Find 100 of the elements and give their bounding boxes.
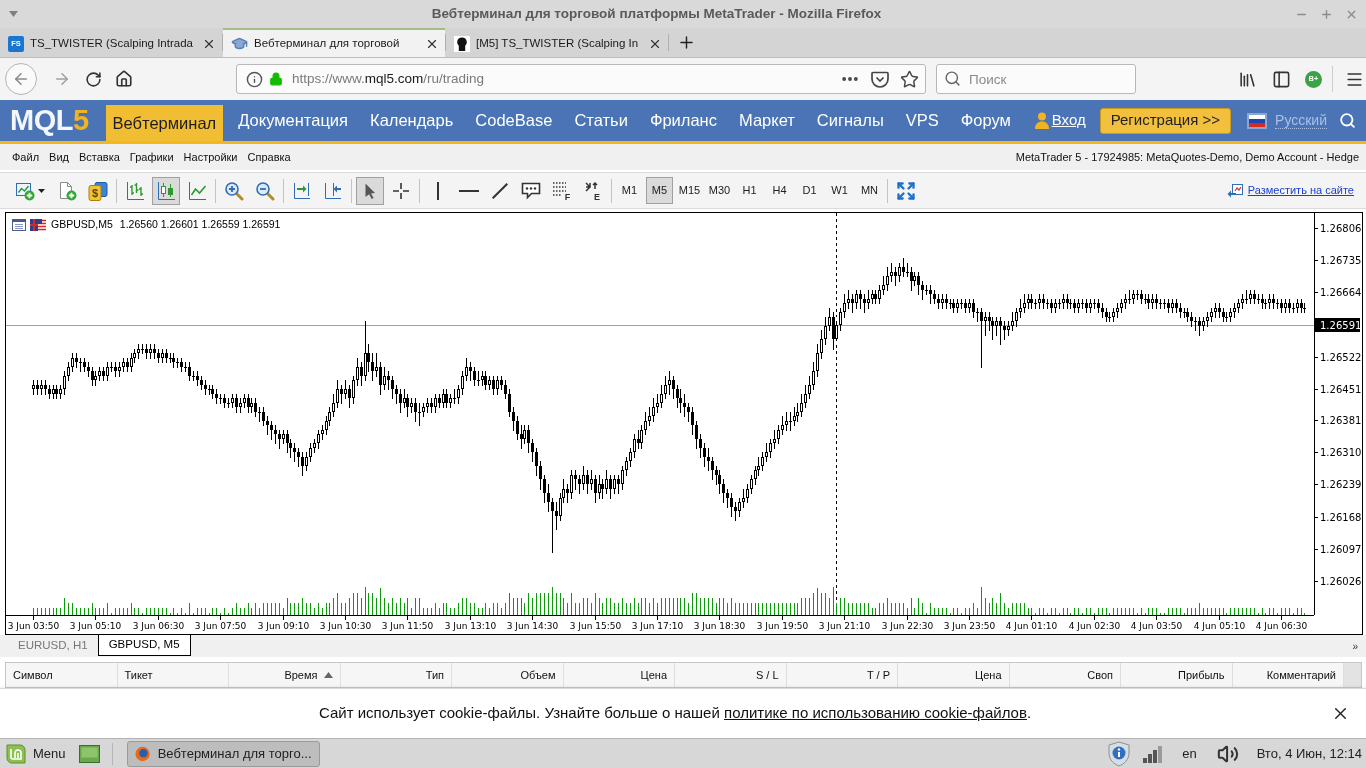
time-label: 3 Jun 07:50 [194, 621, 247, 631]
chart-tab[interactable]: EURUSD, H1 [8, 635, 98, 656]
horizontal-line-icon [459, 189, 479, 192]
taskbar-window-button[interactable]: Вебтерминал для торго... [126, 740, 320, 767]
shield-icon[interactable] [1107, 740, 1132, 767]
time-label: 3 Jun 13:10 [444, 621, 497, 631]
chart-add-icon [15, 180, 35, 201]
logo-icon [5, 742, 27, 765]
column-header[interactable]: T / P [786, 663, 898, 687]
site-logo[interactable]: MQL5 [10, 100, 89, 141]
nav-link[interactable]: Сигналы [809, 100, 891, 141]
nav-link[interactable]: Форум [953, 100, 1018, 141]
login-link[interactable]: Вход [1051, 109, 1086, 132]
sidebar-icon[interactable] [1272, 69, 1291, 89]
column-header[interactable]: Объем [452, 663, 564, 687]
timeframe-button[interactable]: M15 [676, 177, 703, 204]
time-label: 3 Jun 17:10 [631, 621, 684, 631]
column-header[interactable]: Тип [340, 663, 452, 687]
column-header[interactable]: Тикет [117, 663, 229, 687]
column-header[interactable]: S / L [675, 663, 787, 687]
price-label: 1.26310 [1320, 447, 1362, 458]
more-tabs-button[interactable]: » [1352, 639, 1358, 654]
home-icon[interactable] [115, 70, 133, 88]
star-icon[interactable] [900, 69, 919, 89]
timeframe-button[interactable]: H4 [766, 177, 793, 204]
time-label: 4 Jun 03:50 [1130, 621, 1183, 631]
search-icon[interactable] [1339, 112, 1356, 129]
menu-item[interactable]: Настройки [183, 148, 238, 166]
crosshair-icon [393, 182, 409, 199]
browser-tab[interactable]: Вебтерминал для торговой [223, 28, 445, 57]
nav-link[interactable]: Фриланс [642, 100, 724, 141]
price-label: 1.26097 [1320, 544, 1362, 555]
plus-icon[interactable] [677, 33, 696, 52]
nav-link[interactable]: VPS [898, 100, 946, 141]
address-field[interactable]: https://www.mql5.com/ru/trading [236, 64, 926, 94]
chart-tab[interactable]: GBPUSD, M5 [97, 635, 191, 656]
column-header[interactable]: Время [229, 663, 341, 687]
time-label: 4 Jun 02:30 [1068, 621, 1121, 631]
menu-item[interactable]: Вставка [78, 148, 120, 166]
account-info: MetaTrader 5 - 17924985: MetaQuotes-Demo, Demo Account - Hedge [1015, 149, 1359, 165]
nav-link[interactable]: Вебтерминал [105, 105, 224, 141]
price-label: 1.26451 [1320, 384, 1362, 395]
time-label: 4 Jun 01:10 [1005, 621, 1058, 631]
timeframe-button[interactable]: M5 [646, 177, 673, 204]
time-label: 3 Jun 22:30 [881, 621, 934, 631]
timeframe-button[interactable]: MN [856, 177, 883, 204]
time-label: 3 Jun 14:30 [506, 621, 559, 631]
time-label: 3 Jun 21:10 [818, 621, 871, 631]
info-icon[interactable] [246, 70, 263, 88]
nav-link[interactable]: Календарь [363, 100, 461, 141]
chevron-shield-icon[interactable] [871, 70, 889, 88]
symbol-label: GBPUSD,M5 [51, 217, 113, 232]
register-button[interactable]: Регистрация >> [1099, 107, 1232, 134]
price-label: 1.26239 [1320, 479, 1362, 490]
reload-icon[interactable] [85, 70, 102, 88]
timeframe-button[interactable]: D1 [796, 177, 823, 204]
nav-link[interactable]: Маркет [732, 100, 802, 141]
clock[interactable]: Вто, 4 Июн, 12:14 [1256, 743, 1362, 764]
graduation-cap-icon [231, 35, 248, 52]
head-silhouette-icon [454, 35, 470, 52]
time-label: 4 Jun 05:10 [1193, 621, 1246, 631]
embed-icon [1226, 183, 1243, 198]
signal-icon[interactable] [1143, 744, 1164, 763]
flags-icon [30, 218, 46, 231]
timeframe-button[interactable]: H1 [736, 177, 763, 204]
toolbar-button[interactable] [356, 176, 384, 205]
nav-link[interactable]: Статьи [567, 100, 635, 141]
browser-tab[interactable]: [M5] TS_TWISTER (Scalping In [446, 28, 668, 57]
column-header[interactable]: Прибыль [1121, 663, 1233, 687]
embed-link[interactable]: Разместить на сайте [1247, 182, 1354, 199]
timeframe-button[interactable]: M1 [616, 177, 643, 204]
time-label: 4 Jun 06:30 [1255, 621, 1308, 631]
column-header[interactable]: Своп [1009, 663, 1121, 687]
search-field[interactable]: Поиск [936, 64, 1136, 94]
menu-button[interactable]: Menu [5, 742, 66, 765]
nav-link[interactable]: Документация [231, 100, 356, 141]
nav-link[interactable]: CodeBase [468, 100, 560, 141]
menu-item[interactable]: Графики [129, 148, 174, 166]
scrollbar[interactable] [1344, 663, 1361, 687]
column-header[interactable]: Цена [898, 663, 1010, 687]
ref-line-label: 1.26591 [1320, 320, 1362, 331]
time-label: 3 Jun 03:50 [7, 621, 60, 631]
menu-item[interactable]: Файл [12, 148, 40, 166]
shift-right-icon [292, 180, 312, 201]
column-header[interactable]: Символ [6, 663, 118, 687]
cookie-policy-link[interactable]: политике по использованию cookie-файлов [724, 704, 1027, 722]
price-label: 1.26735 [1320, 255, 1362, 266]
menu-item[interactable]: Вид [49, 148, 69, 166]
vertical-line-icon [437, 181, 439, 200]
show-desktop-icon[interactable] [78, 744, 100, 763]
person-icon [1034, 112, 1049, 129]
keyboard-layout[interactable]: en [1182, 743, 1197, 764]
column-header[interactable]: Цена [563, 663, 675, 687]
books-icon[interactable] [1238, 69, 1257, 89]
timeframe-button[interactable]: M30 [706, 177, 733, 204]
time-label: 3 Jun 18:30 [693, 621, 746, 631]
caret-icon[interactable] [9, 11, 18, 17]
timeframe-button[interactable]: W1 [826, 177, 853, 204]
caret-icon [38, 188, 45, 193]
menu-item[interactable]: Справка [247, 148, 291, 166]
